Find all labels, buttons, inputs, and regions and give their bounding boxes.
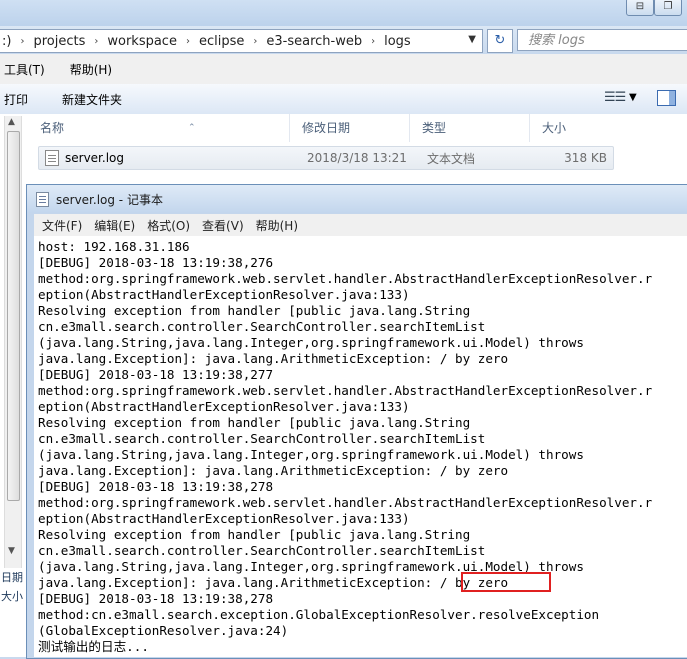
- breadcrumb-workspace[interactable]: workspace: [105, 34, 179, 49]
- maximize-button[interactable]: ❐: [654, 0, 682, 16]
- log-line: cn.e3mall.search.controller.SearchContro…: [38, 431, 486, 446]
- address-bar[interactable]: :) › projects › workspace › eclipse › e3…: [0, 29, 483, 53]
- log-line: (java.lang.String,java.lang.Integer,org.…: [38, 447, 584, 462]
- text-file-icon: [45, 150, 59, 166]
- menu-view[interactable]: 查看(V): [202, 217, 244, 234]
- column-header-row: 名称 ⌃ 修改日期 类型 大小: [28, 114, 687, 142]
- column-header-name[interactable]: 名称 ⌃: [28, 114, 290, 142]
- menu-file[interactable]: 文件(F): [42, 217, 82, 234]
- log-line: method:cn.e3mall.search.exception.Global…: [38, 607, 600, 622]
- log-line: (java.lang.String,java.lang.Integer,org.…: [38, 335, 584, 350]
- breadcrumb-logs[interactable]: logs: [382, 34, 413, 49]
- log-line: method:org.springframework.web.servlet.h…: [38, 383, 653, 398]
- file-size: 318 KB: [564, 151, 607, 165]
- log-line: method:org.springframework.web.servlet.h…: [38, 271, 653, 286]
- search-input[interactable]: 搜索 logs: [517, 29, 687, 51]
- menu-edit[interactable]: 编辑(E): [94, 217, 135, 234]
- breadcrumb-drive[interactable]: :): [0, 34, 13, 49]
- address-dropdown-icon[interactable]: ▼: [468, 34, 476, 45]
- scroll-down-icon[interactable]: ▼: [8, 546, 15, 556]
- log-line: java.lang.Exception]: java.lang.Arithmet…: [38, 351, 509, 366]
- menu-tools[interactable]: 工具(T): [0, 61, 48, 78]
- breadcrumb-eclipse[interactable]: eclipse: [197, 34, 246, 49]
- log-text: host: 192.168.31.186 [DEBUG] 2018-03-18 …: [34, 236, 687, 655]
- refresh-icon[interactable]: ↻: [487, 29, 513, 53]
- notepad-menu-bar: 文件(F) 编辑(E) 格式(O) 查看(V) 帮助(H): [34, 214, 687, 236]
- preview-pane-icon[interactable]: [657, 90, 676, 106]
- column-header-size[interactable]: 大小: [530, 114, 630, 142]
- log-line: java.lang.Exception]: java.lang.Arithmet…: [38, 575, 509, 590]
- breadcrumb-projects[interactable]: projects: [31, 34, 87, 49]
- menu-help[interactable]: 帮助(H): [256, 217, 298, 234]
- breadcrumb-separator-icon[interactable]: ›: [179, 36, 197, 47]
- details-size-label: 大小: [1, 590, 23, 603]
- log-line: method:org.springframework.web.servlet.h…: [38, 495, 653, 510]
- scrollbar-thumb[interactable]: [7, 131, 20, 501]
- column-header-date[interactable]: 修改日期: [290, 114, 410, 142]
- log-line: [DEBUG] 2018-03-18 13:19:38,278: [38, 591, 274, 606]
- view-options-icon[interactable]: ☰☰: [604, 90, 626, 105]
- log-line: Resolving exception from handler [public…: [38, 303, 471, 318]
- print-button[interactable]: 打印: [0, 91, 32, 108]
- file-type: 文本文档: [427, 151, 476, 166]
- notepad-text-area[interactable]: host: 192.168.31.186 [DEBUG] 2018-03-18 …: [34, 236, 687, 657]
- notepad-title: server.log - 记事本: [56, 192, 163, 207]
- breadcrumb-separator-icon[interactable]: ›: [364, 36, 382, 47]
- scroll-up-icon[interactable]: ▲: [8, 117, 15, 127]
- explorer-title-bar: ⊟ ❐: [0, 0, 687, 26]
- log-line: Resolving exception from handler [public…: [38, 527, 471, 542]
- explorer-menu-bar: 工具(T) 帮助(H): [0, 54, 687, 84]
- menu-help[interactable]: 帮助(H): [66, 61, 115, 78]
- file-row[interactable]: server.log 2018/3/18 13:21 文本文档 318 KB: [38, 146, 614, 170]
- notepad-icon: [36, 191, 49, 207]
- view-dropdown-icon[interactable]: ▼: [629, 92, 637, 103]
- log-line: (GlobalExceptionResolver.java:24): [38, 623, 289, 638]
- file-date-modified: 2018/3/18 13:21: [307, 151, 407, 165]
- notepad-window[interactable]: server.log - 记事本 文件(F) 编辑(E) 格式(O) 查看(V)…: [26, 184, 687, 659]
- log-line: cn.e3mall.search.controller.SearchContro…: [38, 543, 486, 558]
- log-line: java.lang.Exception]: java.lang.Arithmet…: [38, 463, 509, 478]
- log-line: cn.e3mall.search.controller.SearchContro…: [38, 319, 486, 334]
- address-row: :) › projects › workspace › eclipse › e3…: [0, 26, 687, 54]
- log-line: [DEBUG] 2018-03-18 13:19:38,278: [38, 479, 274, 494]
- column-header-type[interactable]: 类型: [410, 114, 530, 142]
- nav-pane-scrollbar[interactable]: ▲ ▼: [4, 116, 22, 568]
- menu-format[interactable]: 格式(O): [147, 217, 190, 234]
- log-line: Resolving exception from handler [public…: [38, 415, 471, 430]
- notepad-title-bar[interactable]: server.log - 记事本: [27, 185, 687, 213]
- log-line: [DEBUG] 2018-03-18 13:19:38,277: [38, 367, 274, 382]
- minimize-button[interactable]: ⊟: [626, 0, 654, 16]
- new-folder-button[interactable]: 新建文件夹: [58, 91, 126, 108]
- log-line: host: 192.168.31.186: [38, 239, 190, 254]
- details-date-label: 日期: [1, 571, 23, 584]
- highlight-box: [461, 572, 551, 592]
- log-line: eption(AbstractHandlerExceptionResolver.…: [38, 511, 410, 526]
- breadcrumb-e3-search-web[interactable]: e3-search-web: [264, 34, 364, 49]
- log-line: [DEBUG] 2018-03-18 13:19:38,276: [38, 255, 274, 270]
- log-line: 测试输出的日志...: [38, 639, 149, 654]
- column-name-label: 名称: [40, 121, 65, 135]
- breadcrumb-separator-icon[interactable]: ›: [246, 36, 264, 47]
- file-name: server.log: [65, 151, 124, 165]
- breadcrumb-separator-icon[interactable]: ›: [13, 36, 31, 47]
- sort-up-icon: ⌃: [188, 123, 196, 133]
- log-line: eption(AbstractHandlerExceptionResolver.…: [38, 287, 410, 302]
- breadcrumb-separator-icon[interactable]: ›: [87, 36, 105, 47]
- log-line: eption(AbstractHandlerExceptionResolver.…: [38, 399, 410, 414]
- explorer-toolbar: 打印 新建文件夹 ☰☰ ▼: [0, 84, 687, 115]
